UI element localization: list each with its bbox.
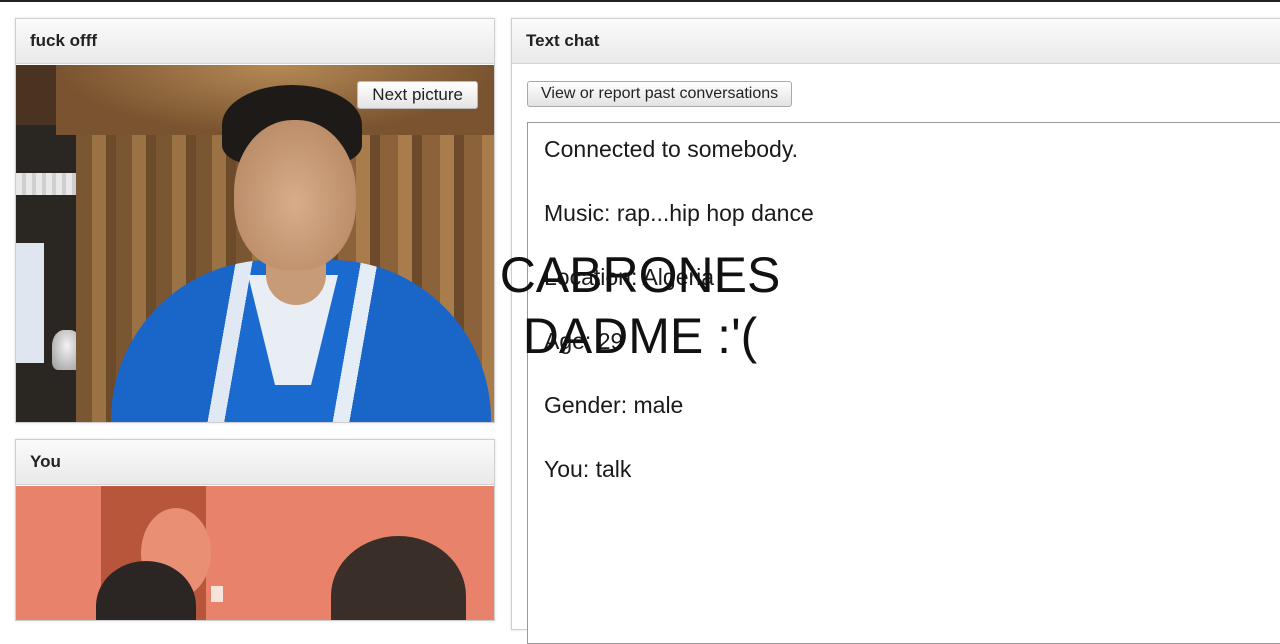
chat-log-line: You: talk [544, 456, 632, 482]
chat-log-line: Gender: male [544, 392, 684, 418]
stranger-face [234, 120, 356, 270]
chat-log-line: Music: rap...hip hop dance [544, 200, 814, 226]
overlay-caption-line-2: DADME :'( [522, 308, 758, 364]
own-webcam-feed [16, 486, 494, 620]
person-right-head [331, 536, 466, 620]
own-video-panel: You [15, 439, 495, 621]
chat-panel-title: Text chat [512, 19, 1280, 64]
wall-outlet [211, 586, 223, 602]
view-report-conversations-button[interactable]: View or report past conversations [527, 81, 793, 107]
stranger-webcam-feed: Next picture [16, 65, 494, 422]
own-panel-title: You [16, 440, 494, 485]
stranger-video-panel: fuck offf Next picture [15, 18, 495, 423]
stranger-panel-title: fuck offf [16, 19, 494, 64]
overlay-caption-line-1: CABRONES [499, 247, 781, 303]
chat-log[interactable]: Connected to somebody. Music: rap...hip … [527, 122, 1280, 644]
background-light [16, 243, 44, 363]
chat-log-line: Connected to somebody. [544, 136, 799, 162]
top-border [0, 0, 1280, 2]
next-picture-button[interactable]: Next picture [357, 81, 478, 109]
